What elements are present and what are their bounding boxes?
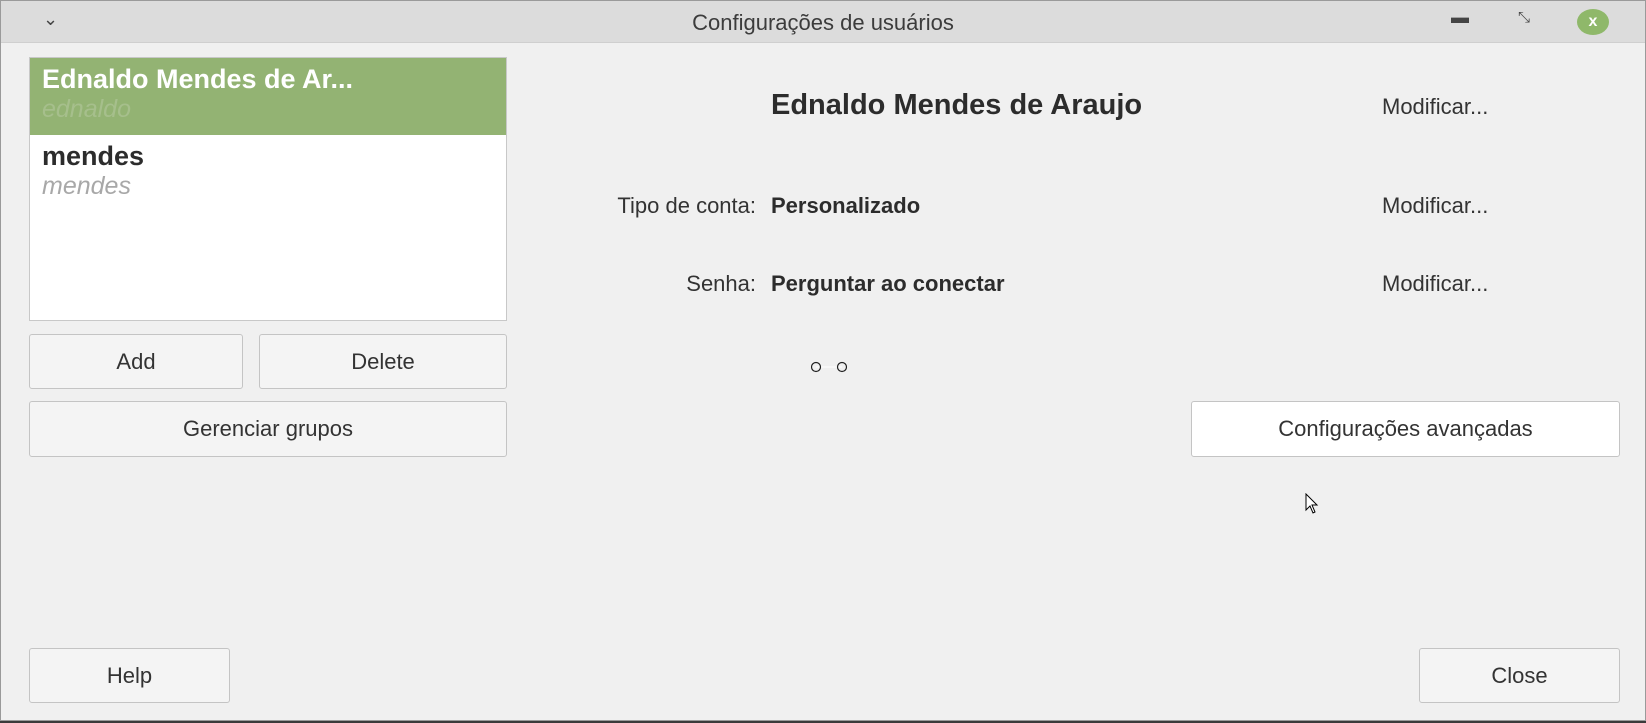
user-username: ednaldo: [42, 95, 131, 123]
modify-account-type-button[interactable]: Modificar...: [1382, 193, 1488, 219]
account-type-value: Personalizado: [771, 193, 921, 218]
user-full-name: mendes: [42, 141, 145, 171]
modify-password-button[interactable]: Modificar...: [1382, 271, 1488, 297]
manage-groups-button[interactable]: Gerenciar grupos: [29, 401, 507, 457]
user-list-item[interactable]: mendes mendes: [30, 135, 506, 212]
password-value: Perguntar ao conectar: [771, 271, 1005, 296]
user-list-item[interactable]: Ednaldo Mendes de Ar... ednaldo: [30, 58, 506, 135]
add-button[interactable]: Add: [29, 334, 243, 389]
password-label: Senha:: [686, 271, 756, 296]
close-button[interactable]: Close: [1419, 648, 1620, 703]
minimize-icon[interactable]: ▬: [1451, 7, 1469, 28]
close-icon[interactable]: x: [1577, 9, 1609, 35]
modify-name-button[interactable]: Modificar...: [1382, 94, 1488, 120]
user-full-name: Ednaldo Mendes de Ar...: [42, 64, 354, 94]
delete-button[interactable]: Delete: [259, 334, 507, 389]
broken-image-icon: [811, 361, 847, 373]
user-list: Ednaldo Mendes de Ar... ednaldo mendes m…: [29, 57, 507, 321]
restore-icon[interactable]: ⤡: [1518, 9, 1530, 26]
user-settings-window: ⌄ Configurações de usuários ▬ ⤡ x Ednald…: [0, 0, 1646, 721]
account-type-label: Tipo de conta:: [617, 193, 756, 218]
user-username: mendes: [42, 172, 131, 200]
title-bar[interactable]: ⌄ Configurações de usuários ▬ ⤡ x: [1, 1, 1645, 43]
window-title: Configurações de usuários: [692, 10, 954, 35]
advanced-settings-button[interactable]: Configurações avançadas: [1191, 401, 1620, 457]
mouse-cursor-icon: [1305, 493, 1319, 514]
help-button[interactable]: Help: [29, 648, 230, 703]
user-full-name-heading: Ednaldo Mendes de Araujo: [771, 89, 1143, 121]
